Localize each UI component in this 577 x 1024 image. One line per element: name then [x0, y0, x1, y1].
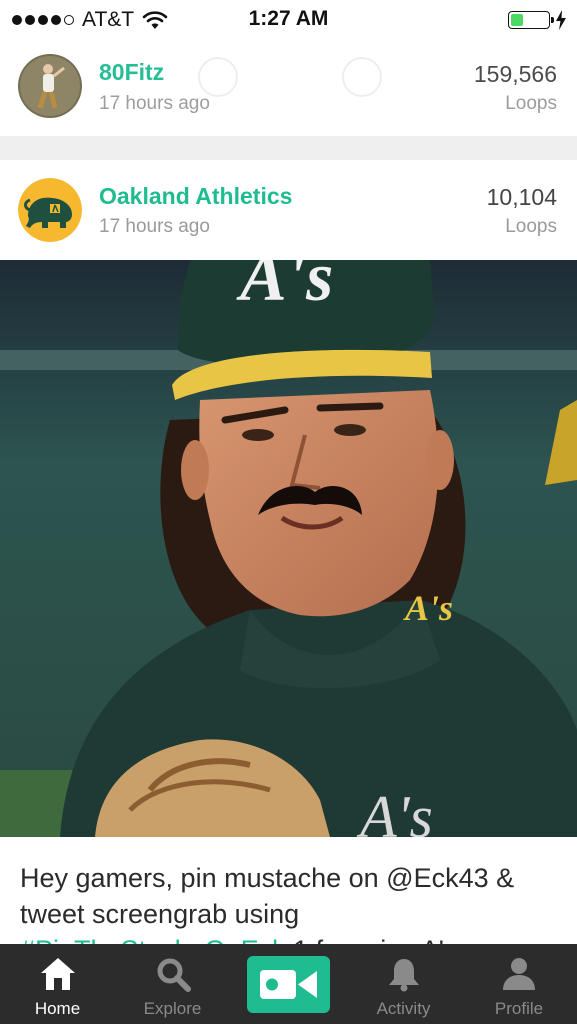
video-player[interactable]: A's A's A's — [0, 260, 577, 837]
post-header-80fitz[interactable]: 80Fitz 17 hours ago 159,566 Loops — [0, 40, 577, 136]
tab-label: Home — [34, 999, 81, 1018]
battery-icon — [508, 11, 554, 29]
tab-bar: Home Explore Activity Profile — [0, 944, 577, 1024]
post-timestamp: 17 hours ago — [99, 93, 210, 114]
battery-level — [511, 14, 523, 26]
status-right — [508, 10, 567, 30]
post-header-oakland-athletics[interactable]: Oakland Athletics 17 hours ago 10,104 Lo… — [0, 160, 577, 260]
svg-text:A's: A's — [236, 260, 333, 316]
avatar[interactable] — [18, 54, 82, 118]
loop-label: Loops — [505, 93, 557, 114]
loop-count: 10,104 — [486, 184, 557, 210]
tab-label: Profile — [494, 999, 544, 1018]
avatar[interactable] — [18, 178, 82, 242]
post-caption: Hey gamers, pin mustache on @Eck43 & twe… — [20, 863, 515, 929]
record-button[interactable] — [247, 956, 330, 1013]
user-name[interactable]: 80Fitz — [99, 59, 164, 86]
person-icon — [503, 958, 535, 990]
post-divider — [0, 136, 577, 160]
user-name[interactable]: Oakland Athletics — [99, 183, 292, 210]
home-icon — [40, 958, 75, 990]
caption-tail: 1 fan wins A's — [286, 935, 457, 944]
tab-activity[interactable]: Activity — [346, 944, 461, 1024]
video-camera-icon — [260, 970, 317, 999]
caption-hashtag[interactable]: #PinTheStacheOnEck — [20, 935, 286, 944]
search-icon — [157, 958, 191, 992]
loop-label: Loops — [505, 216, 557, 237]
charging-icon — [556, 10, 566, 30]
video-frame-image: A's A's A's — [0, 260, 577, 837]
post-timestamp: 17 hours ago — [99, 216, 210, 237]
tab-home[interactable]: Home — [0, 944, 115, 1024]
svg-text:A's: A's — [403, 588, 453, 628]
svg-text:A's: A's — [356, 784, 433, 837]
tab-explore[interactable]: Explore — [115, 944, 230, 1024]
tab-profile[interactable]: Profile — [461, 944, 577, 1024]
comment-ghost-icon — [198, 57, 238, 97]
status-bar: AT&T 1:27 AM — [0, 0, 577, 40]
tab-label: Explore — [143, 999, 202, 1018]
clock: 1:27 AM — [248, 7, 329, 30]
loop-count: 159,566 — [473, 61, 557, 87]
tab-label: Activity — [376, 999, 431, 1018]
post-caption-overflow: #PinTheStacheOnEck 1 fan wins A's — [20, 932, 560, 944]
bell-icon — [388, 959, 419, 992]
share-ghost-icon — [342, 57, 382, 97]
